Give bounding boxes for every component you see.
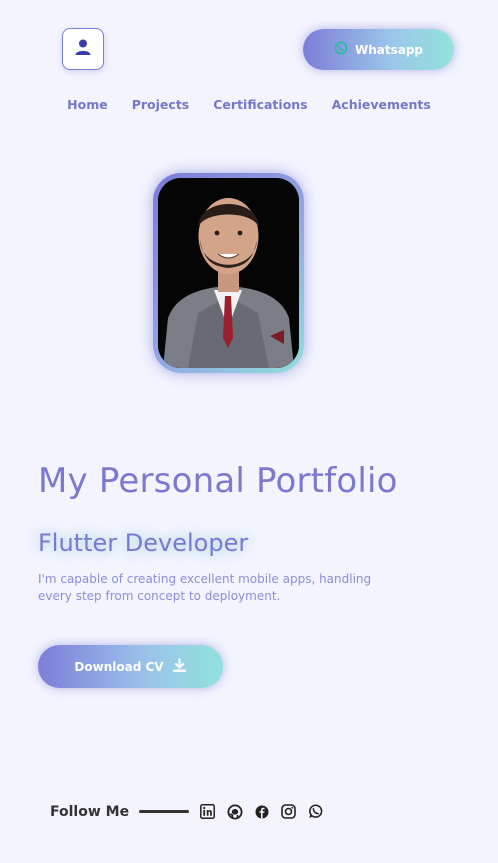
user-icon — [74, 38, 92, 60]
linkedin-icon[interactable] — [199, 803, 216, 820]
whatsapp-icon — [334, 41, 348, 58]
follow-me-label: Follow Me — [50, 803, 130, 820]
download-cv-label: Download CV — [74, 659, 164, 674]
download-icon — [172, 657, 187, 676]
instagram-icon[interactable] — [280, 803, 297, 820]
hero-title: My Personal Portfolio — [38, 461, 398, 501]
whatsapp-button[interactable]: Whatsapp — [303, 29, 454, 70]
main-nav: Home Projects Certifications Achievement… — [0, 97, 498, 112]
social-links — [199, 803, 324, 820]
facebook-icon[interactable] — [253, 803, 270, 820]
portfolio-page: Whatsapp Home Projects Certifications Ac… — [0, 0, 498, 863]
github-icon[interactable] — [226, 803, 243, 820]
follow-divider — [139, 810, 190, 813]
hero-subtitle: Flutter Developer — [38, 529, 249, 557]
hero-description: I'm capable of creating excellent mobile… — [38, 572, 372, 603]
profile-button[interactable] — [62, 28, 104, 70]
download-cv-button[interactable]: Download CV — [38, 645, 223, 688]
nav-projects[interactable]: Projects — [132, 97, 190, 112]
nav-achievements[interactable]: Achievements — [332, 97, 431, 112]
profile-photo — [158, 178, 299, 368]
profile-photo-frame — [153, 173, 304, 373]
whatsapp-social-icon[interactable] — [307, 803, 324, 820]
follow-me-section: Follow Me — [50, 803, 324, 820]
nav-certifications[interactable]: Certifications — [213, 97, 307, 112]
whatsapp-label: Whatsapp — [354, 42, 424, 57]
nav-home[interactable]: Home — [67, 97, 108, 112]
